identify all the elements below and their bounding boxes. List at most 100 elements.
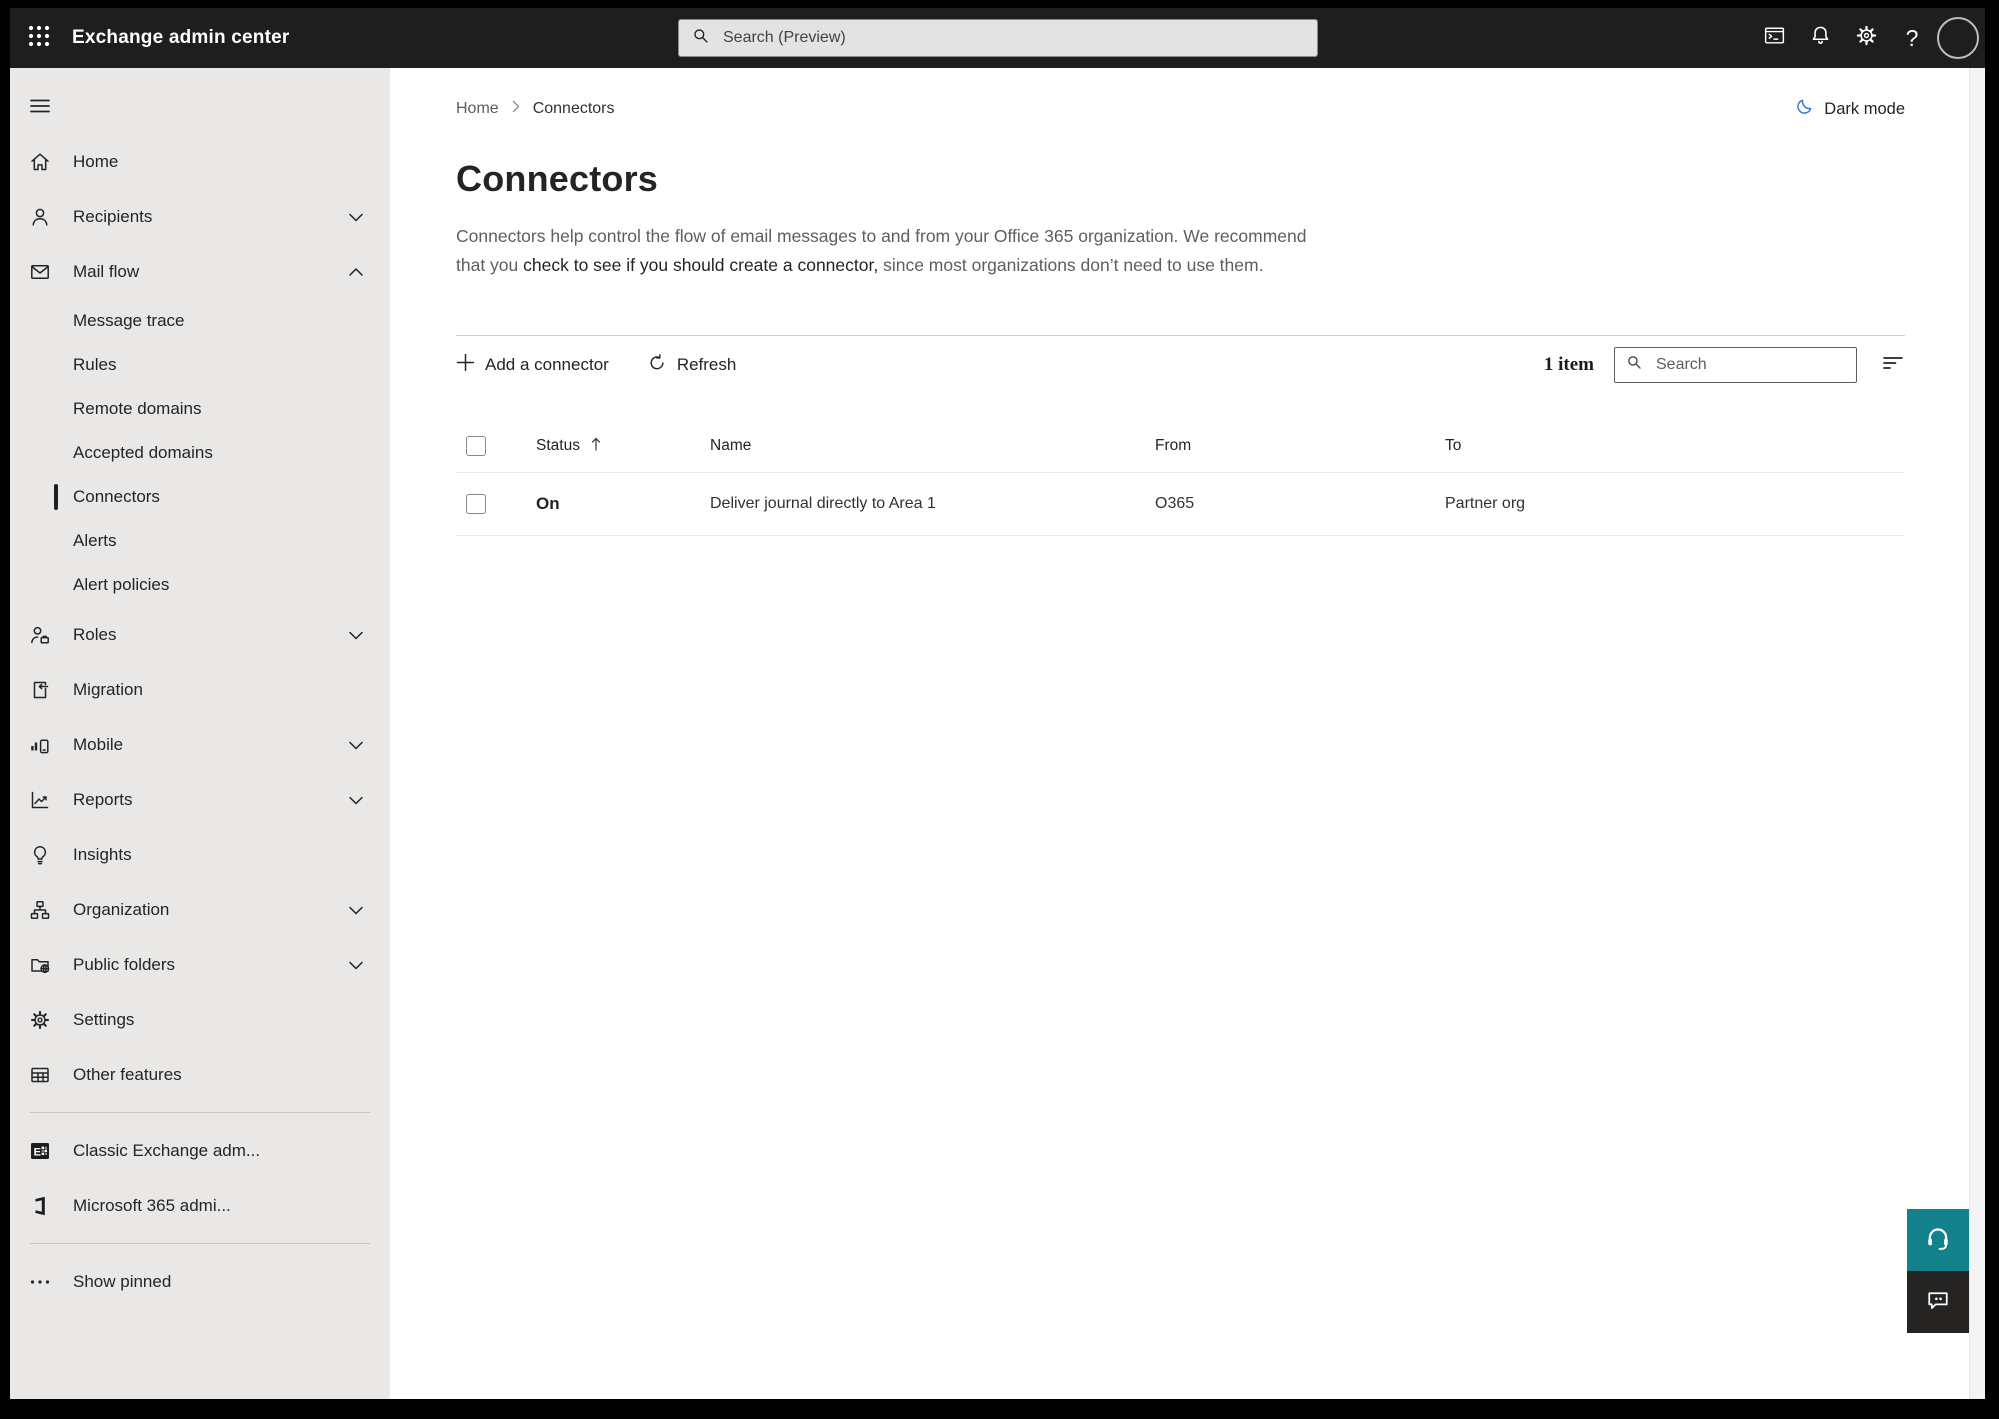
global-search-box[interactable] bbox=[678, 19, 1318, 57]
account-button[interactable] bbox=[1935, 8, 1981, 68]
sidebar-item-home[interactable]: Home bbox=[10, 134, 390, 189]
sidebar-divider bbox=[30, 1112, 370, 1113]
sidebar-item-recipients[interactable]: Recipients bbox=[10, 189, 390, 244]
hamburger-icon bbox=[28, 99, 52, 122]
refresh-icon bbox=[647, 353, 667, 378]
sidebar-item-reports[interactable]: Reports bbox=[10, 772, 390, 827]
connector-name: Deliver journal directly to Area 1 bbox=[710, 495, 936, 512]
sidebar-item-label: Organization bbox=[73, 899, 170, 919]
sidebar-item-label: Rules bbox=[73, 355, 117, 374]
org-chart-icon bbox=[28, 898, 52, 922]
row-select-cell bbox=[456, 494, 522, 514]
person-icon bbox=[28, 205, 52, 229]
ellipsis-icon bbox=[28, 1270, 52, 1294]
sidebar-item-show-pinned[interactable]: Show pinned bbox=[10, 1254, 390, 1309]
sidebar-item-label: Accepted domains bbox=[73, 443, 213, 462]
refresh-button[interactable]: Refresh bbox=[647, 353, 737, 378]
help-widget-stack bbox=[1907, 1209, 1969, 1333]
create-connector-check-link[interactable]: check to see if you should create a conn… bbox=[523, 255, 878, 275]
sidebar-item-accepted-domains[interactable]: Accepted domains bbox=[10, 431, 390, 475]
sidebar-item-microsoft-365-admin[interactable]: Microsoft 365 admi... bbox=[10, 1178, 390, 1233]
dark-mode-toggle[interactable]: Dark mode bbox=[1794, 96, 1905, 122]
sidebar-item-alert-policies[interactable]: Alert policies bbox=[10, 563, 390, 607]
refresh-label: Refresh bbox=[676, 355, 737, 374]
sidebar-item-label: Other features bbox=[73, 1064, 182, 1084]
migration-icon bbox=[28, 678, 52, 702]
sidebar-item-insights[interactable]: Insights bbox=[10, 827, 390, 882]
column-header-to[interactable]: To bbox=[1437, 437, 1905, 455]
list-search-input[interactable] bbox=[1654, 355, 1846, 375]
sidebar-item-other-features[interactable]: Other features bbox=[10, 1047, 390, 1102]
sidebar-item-label: Microsoft 365 admi... bbox=[73, 1195, 231, 1215]
sidebar-item-label: Public folders bbox=[73, 954, 176, 974]
sidebar-item-label: Mail flow bbox=[73, 261, 140, 281]
main-content: Home Connectors Dark mode Connectors Con… bbox=[390, 68, 1970, 1399]
sidebar-item-roles[interactable]: Roles bbox=[10, 607, 390, 662]
sidebar-item-mobile[interactable]: Mobile bbox=[10, 717, 390, 772]
chevron-down-icon bbox=[348, 628, 364, 642]
row-checkbox[interactable] bbox=[466, 494, 486, 514]
sidebar-item-label: Remote domains bbox=[73, 399, 202, 418]
sidebar-item-public-folders[interactable]: Public folders bbox=[10, 937, 390, 992]
sidebar-item-settings[interactable]: Settings bbox=[10, 992, 390, 1047]
row-name-cell: Deliver journal directly to Area 1 bbox=[702, 495, 1147, 513]
connectors-table: Status Name From To On Deliver journal d… bbox=[456, 420, 1905, 536]
top-bar: Exchange admin center Search (Preview) ? bbox=[10, 8, 1985, 68]
column-header-label: From bbox=[1155, 437, 1192, 454]
svg-text:E: E bbox=[34, 1146, 41, 1158]
sidebar-item-label: Migration bbox=[73, 679, 143, 699]
row-to-cell: Partner org bbox=[1437, 495, 1905, 513]
app-launcher-button[interactable] bbox=[10, 8, 68, 68]
powershell-terminal-icon bbox=[1762, 23, 1787, 53]
sidebar-item-alerts[interactable]: Alerts bbox=[10, 519, 390, 563]
column-header-from[interactable]: From bbox=[1147, 437, 1437, 455]
sidebar-item-remote-domains[interactable]: Remote domains bbox=[10, 387, 390, 431]
sidebar-item-organization[interactable]: Organization bbox=[10, 882, 390, 937]
chevron-down-icon bbox=[348, 793, 364, 807]
add-connector-button[interactable]: Add a connector bbox=[456, 353, 609, 377]
list-search-box[interactable] bbox=[1614, 347, 1857, 383]
feedback-button[interactable] bbox=[1907, 1271, 1969, 1333]
breadcrumb-current: Connectors bbox=[532, 100, 615, 117]
sidebar-item-connectors[interactable]: Connectors bbox=[10, 475, 390, 519]
topbar-settings-button[interactable] bbox=[1843, 8, 1889, 68]
left-nav: Home Recipients Mail flow Message trace … bbox=[10, 68, 390, 1399]
notifications-bell-icon bbox=[1808, 23, 1833, 53]
envelope-icon bbox=[28, 260, 52, 284]
status-value: On bbox=[536, 494, 560, 513]
support-button[interactable] bbox=[1907, 1209, 1969, 1271]
sidebar-item-label: Settings bbox=[73, 1009, 135, 1029]
waffle-icon bbox=[26, 23, 52, 54]
app-window: Exchange admin center Search (Preview) ?… bbox=[10, 8, 1985, 1399]
table-row[interactable]: On Deliver journal directly to Area 1 O3… bbox=[456, 473, 1905, 536]
breadcrumb-home-link[interactable]: Home bbox=[456, 100, 499, 118]
column-header-name[interactable]: Name bbox=[702, 437, 1147, 455]
exchange-logo-icon: E bbox=[28, 1139, 52, 1163]
global-search-input[interactable] bbox=[721, 28, 1305, 48]
sidebar-item-mail-flow[interactable]: Mail flow bbox=[10, 244, 390, 299]
notifications-button[interactable] bbox=[1797, 8, 1843, 68]
select-all-checkbox[interactable] bbox=[466, 436, 486, 456]
page-title: Connectors bbox=[456, 158, 659, 199]
chevron-down-icon bbox=[348, 738, 364, 752]
select-all-cell bbox=[456, 436, 522, 456]
user-avatar bbox=[1937, 17, 1979, 59]
nav-collapse-button[interactable] bbox=[28, 94, 52, 118]
sidebar-item-classic-exchange-admin[interactable]: E Classic Exchange adm... bbox=[10, 1123, 390, 1178]
chevron-up-icon bbox=[348, 265, 364, 279]
column-header-status[interactable]: Status bbox=[522, 436, 702, 457]
filter-button[interactable] bbox=[1881, 351, 1905, 380]
home-icon bbox=[28, 150, 52, 174]
headset-icon bbox=[1923, 1223, 1953, 1258]
sidebar-item-message-trace[interactable]: Message trace bbox=[10, 299, 390, 343]
powershell-terminal-button[interactable] bbox=[1751, 8, 1797, 68]
breadcrumb: Home Connectors bbox=[456, 100, 615, 118]
sidebar-item-label: Insights bbox=[73, 844, 132, 864]
column-header-label: Status bbox=[536, 437, 580, 454]
help-button[interactable]: ? bbox=[1889, 8, 1935, 68]
row-from-cell: O365 bbox=[1147, 495, 1437, 513]
sidebar-item-rules[interactable]: Rules bbox=[10, 343, 390, 387]
vertical-scrollbar[interactable] bbox=[1969, 68, 1985, 1399]
sidebar-item-migration[interactable]: Migration bbox=[10, 662, 390, 717]
chevron-down-icon bbox=[348, 958, 364, 972]
